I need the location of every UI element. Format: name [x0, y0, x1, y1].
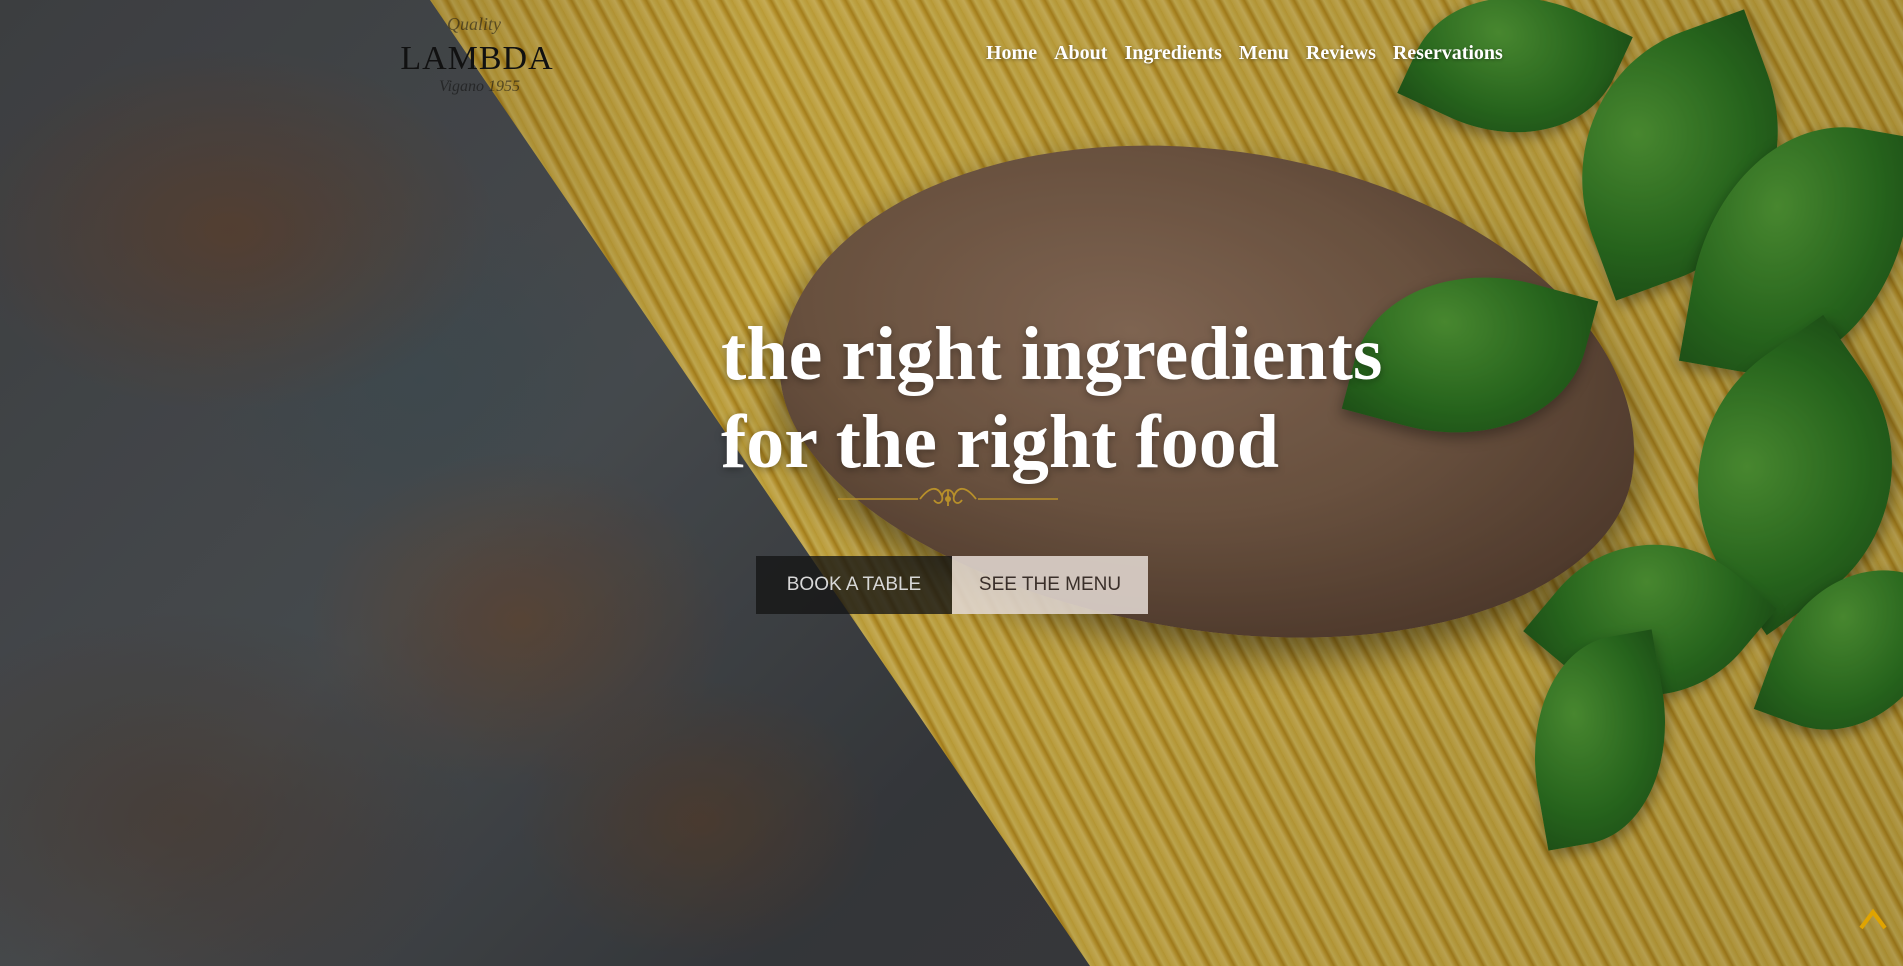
hero-headline: the right ingredients for the right food — [721, 310, 1382, 486]
hero-section: Quality LAMBDA Vigano 1955 Home About In… — [0, 0, 1903, 966]
headline-line-1: the right ingredients — [721, 312, 1383, 396]
main-nav: Home About Ingredients Menu Reviews Rese… — [986, 42, 1503, 65]
nav-ingredients[interactable]: Ingredients — [1124, 42, 1221, 65]
chevron-up-icon[interactable] — [1857, 904, 1889, 936]
logo-wordmark: LAMBDA — [400, 40, 554, 77]
nav-about[interactable]: About — [1054, 42, 1107, 65]
see-menu-button[interactable]: SEE THE MENU — [952, 556, 1148, 614]
logo-tagline-top: Quality — [447, 14, 501, 34]
nav-menu[interactable]: Menu — [1239, 42, 1289, 65]
nav-reviews[interactable]: Reviews — [1306, 42, 1376, 65]
logo-tagline-bottom: Vigano 1955 — [439, 78, 521, 95]
brand-logo[interactable]: Quality LAMBDA Vigano 1955 — [397, 12, 567, 102]
book-table-button[interactable]: BOOK A TABLE — [756, 556, 952, 614]
flourish-divider-icon — [838, 487, 1058, 506]
nav-home[interactable]: Home — [986, 42, 1037, 65]
headline-line-2: for the right food — [721, 400, 1279, 484]
nav-reservations[interactable]: Reservations — [1393, 42, 1503, 65]
